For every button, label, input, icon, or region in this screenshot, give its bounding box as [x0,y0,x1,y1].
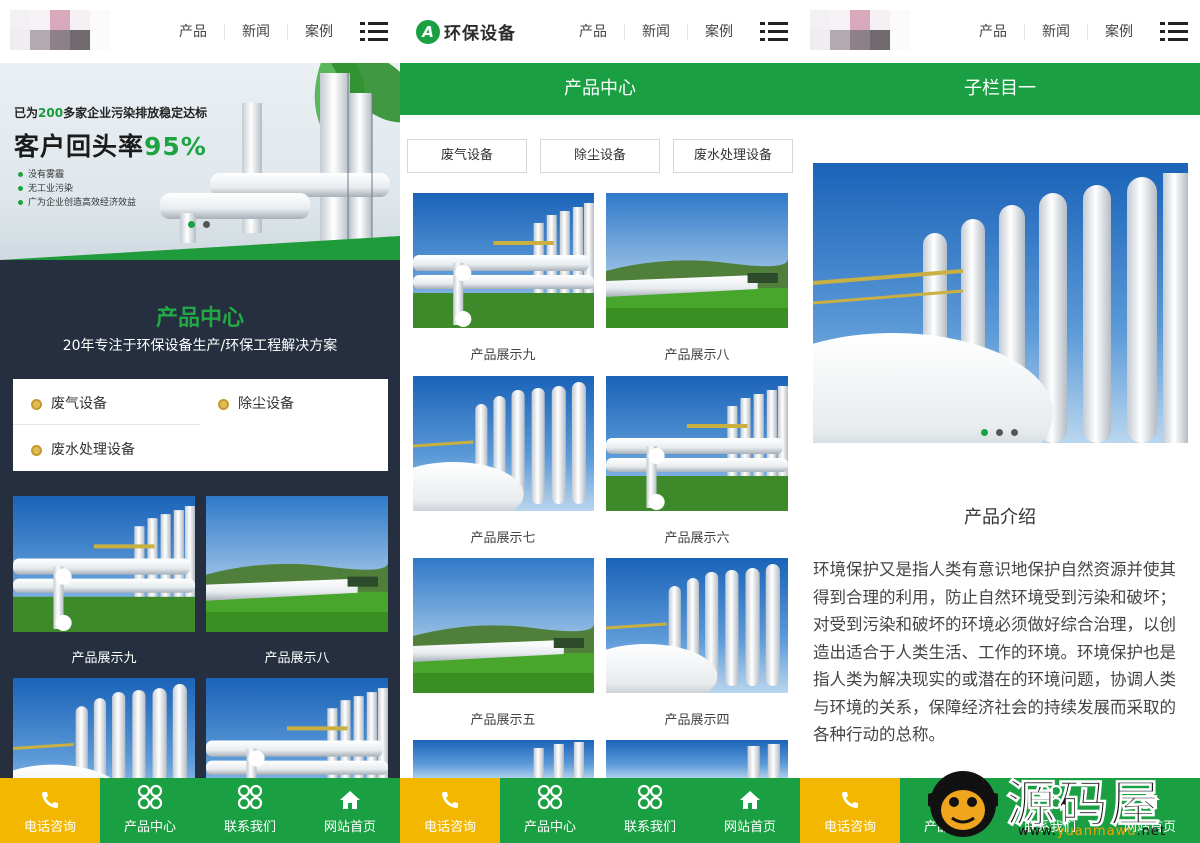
product-thumb[interactable] [413,193,594,328]
banner-bullet: 没有雾霾 [18,167,64,180]
intro-text: 环境保护又是指人类有意识地保护自然资源并使其得到合理的利用，防止自然环境受到污染… [813,560,1176,744]
product-thumb[interactable] [413,740,594,780]
site-logo[interactable]: A 环保设备 [416,19,516,44]
watermark: 源码屋 www.yuanmawu.net [918,758,1200,843]
footer-call[interactable]: 电话咨询 [800,778,900,843]
product-caption[interactable]: 产品展示八 [606,344,788,363]
product-thumb[interactable] [606,740,788,780]
product-thumb[interactable] [13,496,195,632]
product-caption[interactable]: 产品展示五 [412,709,594,728]
category-tab[interactable]: 废气设备 [407,139,527,173]
category-item[interactable]: 废气设备 [31,393,107,413]
category-tab[interactable]: 除尘设备 [540,139,660,173]
product-caption[interactable]: 产品展示八 [206,647,388,666]
grid-icon [237,784,263,810]
product-caption[interactable]: 产品展示六 [606,527,788,546]
product-thumb[interactable] [413,376,594,511]
footer-call[interactable]: 电话咨询 [400,778,500,843]
sub-column-page: 产品 新闻 案例 子栏目一 产品介绍 环境保护又是指人类有意识地保护自然资源并使… [800,0,1200,843]
banner-bullet: 广为企业创造高效经济效益 [18,195,136,208]
site-logo[interactable] [10,10,110,50]
product-caption[interactable]: 产品展示九 [13,647,195,666]
footer-call[interactable]: 电话咨询 [0,778,100,843]
category-item[interactable]: 除尘设备 [218,393,294,413]
nav-products[interactable]: 产品 [162,23,225,40]
intro-title: 产品介绍 [964,507,1036,528]
monkey-logo-icon [928,766,998,840]
site-header: 产品 新闻 案例 [0,0,400,63]
nav-products[interactable]: 产品 [562,23,625,40]
menu-icon[interactable] [1160,21,1188,42]
category-list: 废气设备 除尘设备 废水处理设备 [13,379,388,471]
grid-icon [637,784,663,810]
product-caption[interactable]: 产品展示七 [412,527,594,546]
nav-news[interactable]: 新闻 [225,23,288,40]
home-icon [740,791,760,809]
phone-icon [442,792,458,808]
product-caption[interactable]: 产品展示四 [606,709,788,728]
banner-bullet: 无工业污染 [18,181,73,194]
section-title: 产品中心 [155,306,244,331]
main-nav: 产品 新闻 案例 [562,0,800,63]
menu-icon[interactable] [360,21,388,42]
nav-news[interactable]: 新闻 [1025,23,1088,40]
grid-icon [137,784,163,810]
banner-tagline: 已为200多家企业污染排放稳定达标 [14,106,208,120]
nav-cases[interactable]: 案例 [688,24,750,40]
logo-mark: A [416,19,440,44]
page-title: 产品中心 [400,63,800,115]
site-header: A 环保设备 产品 新闻 案例 [400,0,800,63]
footer-products[interactable]: 产品中心 [500,778,600,843]
category-tab[interactable]: 废水处理设备 [673,139,793,173]
bottom-nav: 电话咨询 产品中心 联系我们 网站首页 [0,778,400,843]
product-center-section: 产品中心 20年专注于环保设备生产/环保工程解决方案 废气设备 除尘设备 废水处… [0,260,400,843]
category-item[interactable]: 废水处理设备 [31,439,135,459]
section-subtitle: 20年专注于环保设备生产/环保工程解决方案 [62,338,338,354]
grid-icon [537,784,563,810]
product-image-carousel[interactable] [813,163,1188,443]
banner-headline: 客户回头率95% [14,132,207,161]
main-nav: 产品 新闻 案例 [162,0,400,63]
carousel-dots[interactable] [188,221,210,228]
product-thumb[interactable] [606,558,788,693]
product-thumb[interactable] [606,376,788,511]
product-caption[interactable]: 产品展示九 [412,344,594,363]
nav-cases[interactable]: 案例 [1088,24,1150,40]
menu-icon[interactable] [760,21,788,42]
phone-icon [842,792,858,808]
product-thumb[interactable] [413,558,594,693]
nav-cases[interactable]: 案例 [288,24,350,40]
product-center-page: A 环保设备 产品 新闻 案例 产品中心 废气设备 除尘设备 废水处理设备 产品… [400,0,800,843]
hero-banner[interactable]: 已为200多家企业污染排放稳定达标 客户回头率95% 没有雾霾 无工业污染 广为… [0,63,400,260]
footer-contact[interactable]: 联系我们 [600,778,700,843]
nav-news[interactable]: 新闻 [625,23,688,40]
footer-contact[interactable]: 联系我们 [200,778,300,843]
page-title: 子栏目一 [800,63,1200,115]
footer-home[interactable]: 网站首页 [300,778,400,843]
carousel-dots[interactable] [981,429,1018,436]
footer-products[interactable]: 产品中心 [100,778,200,843]
bottom-nav: 电话咨询 产品中心 联系我们 网站首页 [400,778,800,843]
site-logo[interactable] [810,10,910,50]
site-header: 产品 新闻 案例 [800,0,1200,63]
home-icon [340,791,360,809]
divider [13,424,200,425]
nav-products[interactable]: 产品 [962,23,1025,40]
brand-name: 环保设备 [444,24,516,44]
main-nav: 产品 新闻 案例 [962,0,1200,63]
product-thumb[interactable] [606,193,788,328]
watermark-url: www.yuanmawu.net [1018,824,1166,839]
product-thumb[interactable] [206,496,388,632]
footer-home[interactable]: 网站首页 [700,778,800,843]
phone-icon [42,792,58,808]
home-page-mobile: 产品 新闻 案例 已为200多家企业污染排放稳定达标 客户回头率95% 没有雾霾… [0,0,400,843]
